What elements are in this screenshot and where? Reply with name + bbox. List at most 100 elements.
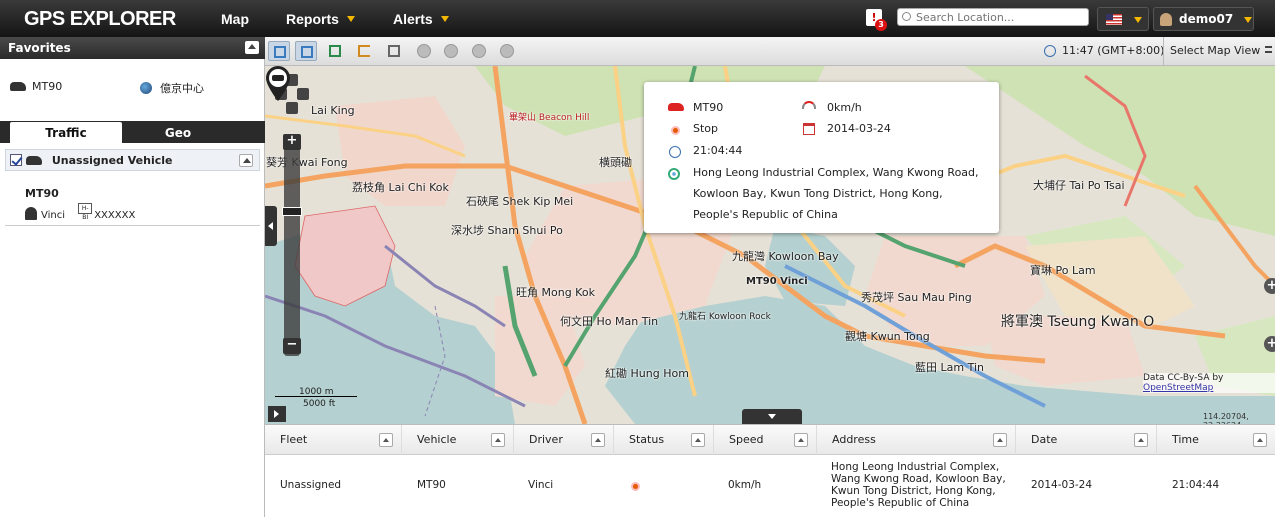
vehicle-group-row[interactable]: Unassigned Vehicle: [5, 149, 260, 171]
map-scale: 1000 m 5000 ft: [275, 387, 365, 411]
map-label: 石硤尾 Shek Kip Mei: [466, 195, 574, 208]
openstreetmap-link[interactable]: OpenStreetMap: [1143, 383, 1213, 393]
language-selector[interactable]: [1097, 7, 1149, 31]
play-button[interactable]: [444, 44, 458, 58]
sort-icon[interactable]: [1134, 433, 1148, 447]
map-label: 葵芳 Kwai Fong: [266, 156, 348, 169]
sort-icon[interactable]: [794, 433, 808, 447]
toggle-bottom-panel-button[interactable]: [742, 409, 802, 424]
nav-map-label: Map: [221, 11, 249, 27]
sort-icon[interactable]: [379, 433, 393, 447]
group-checkbox[interactable]: [10, 154, 22, 166]
favorite-label: MT90: [32, 80, 63, 93]
map-label: 何文田 Ho Man Tin: [560, 315, 659, 328]
vehicle-marker[interactable]: [265, 66, 291, 102]
zoom-slider-handle[interactable]: [282, 207, 302, 216]
popup-speed: 0km/h: [827, 101, 862, 114]
driver-icon: [25, 207, 37, 220]
column-label: Driver: [529, 433, 563, 446]
collapse-group-button[interactable]: [239, 154, 253, 167]
marker-label: MT90 Vinci: [746, 276, 808, 287]
username: demo07: [1179, 12, 1234, 26]
attribution-text: Data CC-By-SA by: [1143, 373, 1224, 383]
nav-reports[interactable]: Reports: [286, 11, 355, 27]
sort-icon[interactable]: [993, 433, 1007, 447]
nav-map[interactable]: Map: [221, 11, 249, 27]
route-button[interactable]: [353, 41, 375, 61]
speedometer-icon: [802, 101, 816, 109]
column-header-speed[interactable]: Speed: [714, 425, 817, 455]
zoom-fit-button[interactable]: [295, 41, 317, 61]
us-flag-icon: [1106, 14, 1122, 25]
address-line: People's Republic of China: [831, 497, 970, 509]
favorite-item-mt90[interactable]: MT90: [10, 80, 62, 93]
collapse-favorites-button[interactable]: [245, 41, 259, 54]
vehicle-table: Fleet Vehicle Driver Status Speed Addres…: [265, 424, 1275, 517]
column-header-time[interactable]: Time: [1157, 425, 1275, 455]
user-avatar-icon: [1160, 13, 1172, 26]
map-label: 寶琳 Po Lam: [1030, 264, 1096, 277]
column-header-date[interactable]: Date: [1016, 425, 1157, 455]
cell-address: Hong Leong Industrial Complex, Wang Kwon…: [831, 461, 1006, 509]
chevron-down-icon: [440, 16, 449, 22]
car-icon: [668, 103, 684, 111]
map-label: Lai King: [311, 104, 355, 117]
tab-geo[interactable]: Geo: [122, 122, 234, 143]
clock-icon: [1044, 45, 1056, 57]
pan-down-button[interactable]: [286, 102, 298, 114]
map-canvas[interactable]: Lai King 葵芳 Kwai Fong 荔枝角 Lai Chi Kok 石硤…: [265, 66, 1275, 424]
zoom-out-button[interactable]: −: [283, 338, 301, 354]
print-icon: [388, 45, 400, 57]
pause-button[interactable]: [472, 44, 486, 58]
tab-traffic[interactable]: Traffic: [10, 122, 122, 143]
expand-icon[interactable]: +: [1264, 278, 1275, 294]
cell-driver: Vinci: [528, 479, 554, 491]
car-icon: [26, 156, 42, 165]
nav-alerts[interactable]: Alerts: [393, 11, 449, 27]
search-location-input[interactable]: [897, 8, 1089, 26]
fit-icon: [301, 46, 313, 58]
column-label: Speed: [729, 433, 764, 446]
select-map-view-dropdown[interactable]: Select Map View: [1163, 37, 1275, 66]
column-header-driver[interactable]: Driver: [514, 425, 614, 455]
calendar-icon: [803, 123, 815, 135]
scale-imperial: 5000 ft: [303, 399, 336, 409]
toggle-sidebar-button[interactable]: [265, 206, 277, 246]
expand-panel-button[interactable]: [268, 406, 286, 422]
zoom-slider[interactable]: [284, 134, 300, 356]
pan-right-button[interactable]: [297, 88, 309, 100]
column-header-address[interactable]: Address: [817, 425, 1016, 455]
map-label: 畢架山 Beacon Hill: [509, 113, 590, 123]
sort-icon[interactable]: [1253, 433, 1267, 447]
id-card-icon: H-BI: [78, 203, 93, 221]
alert-icon[interactable]: ! 3: [866, 9, 887, 31]
column-header-status[interactable]: Status: [614, 425, 714, 455]
favorite-item-place[interactable]: 億京中心: [140, 80, 204, 96]
end-playback-button[interactable]: [500, 44, 514, 58]
popup-time: 21:04:44: [693, 144, 743, 157]
sort-icon[interactable]: [491, 433, 505, 447]
print-button[interactable]: [383, 41, 405, 61]
column-header-fleet[interactable]: Fleet: [265, 425, 402, 455]
vehicle-name[interactable]: MT90: [25, 187, 59, 200]
map-label: 大埔仔 Tai Po Tsai: [1033, 179, 1125, 192]
sort-icon[interactable]: [591, 433, 605, 447]
stop-playback-button[interactable]: [417, 44, 431, 58]
map-label: 深水埗 Sham Shui Po: [451, 224, 563, 237]
map-label: 觀塘 Kwun Tong: [845, 330, 930, 343]
column-label: Status: [629, 433, 665, 446]
user-menu[interactable]: demo07: [1153, 7, 1254, 31]
zoom-extent-button[interactable]: [268, 41, 290, 61]
sort-icon[interactable]: [691, 433, 705, 447]
app-logo[interactable]: GPS EXPLORER: [24, 8, 176, 31]
column-header-vehicle[interactable]: Vehicle: [402, 425, 514, 455]
map-label: 九龍石 Kowloon Rock: [679, 312, 771, 322]
globe-icon: [140, 82, 152, 94]
logo-text: GPS EXPLORER: [24, 8, 176, 30]
cell-fleet: Unassigned: [280, 479, 342, 491]
popup-vehicle: MT90: [693, 101, 724, 114]
zoom-in-button[interactable]: +: [283, 134, 301, 150]
top-navbar: GPS EXPLORER Map Reports Alerts !3 demo0…: [0, 0, 1275, 37]
select-area-button[interactable]: [324, 41, 346, 61]
expand-icon[interactable]: +: [1264, 336, 1275, 352]
